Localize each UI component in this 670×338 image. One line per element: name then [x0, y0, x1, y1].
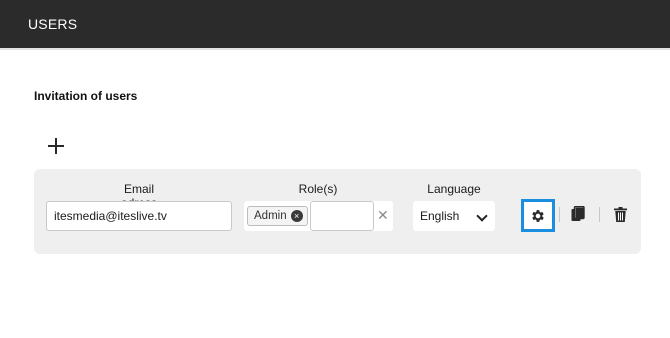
role-input[interactable]	[310, 201, 374, 231]
role-chip-label: Admin	[254, 210, 287, 222]
divider	[559, 207, 560, 222]
chevron-down-icon	[476, 210, 488, 222]
top-bar: USERS	[0, 0, 670, 50]
language-value: English	[420, 209, 460, 223]
trash-icon	[613, 206, 627, 222]
roles-column-label: Role(s)	[298, 182, 338, 196]
add-user-button[interactable]	[46, 136, 66, 156]
email-field[interactable]	[46, 201, 232, 231]
copy-icon	[571, 206, 585, 221]
clear-roles-icon[interactable]: ✕	[377, 207, 389, 224]
delete-button[interactable]	[611, 205, 629, 223]
remove-role-icon[interactable]: ×	[290, 210, 303, 222]
roles-field: Admin × ✕	[244, 201, 393, 231]
role-chip-admin: Admin ×	[247, 206, 308, 226]
gear-icon	[532, 209, 544, 222]
divider	[599, 207, 600, 222]
language-select[interactable]: English	[413, 201, 495, 231]
section-title: Invitation of users	[34, 89, 138, 103]
copy-button[interactable]	[569, 205, 587, 223]
page-title: USERS	[28, 16, 78, 32]
language-column-label: Language	[427, 182, 481, 196]
settings-button[interactable]	[521, 199, 555, 232]
